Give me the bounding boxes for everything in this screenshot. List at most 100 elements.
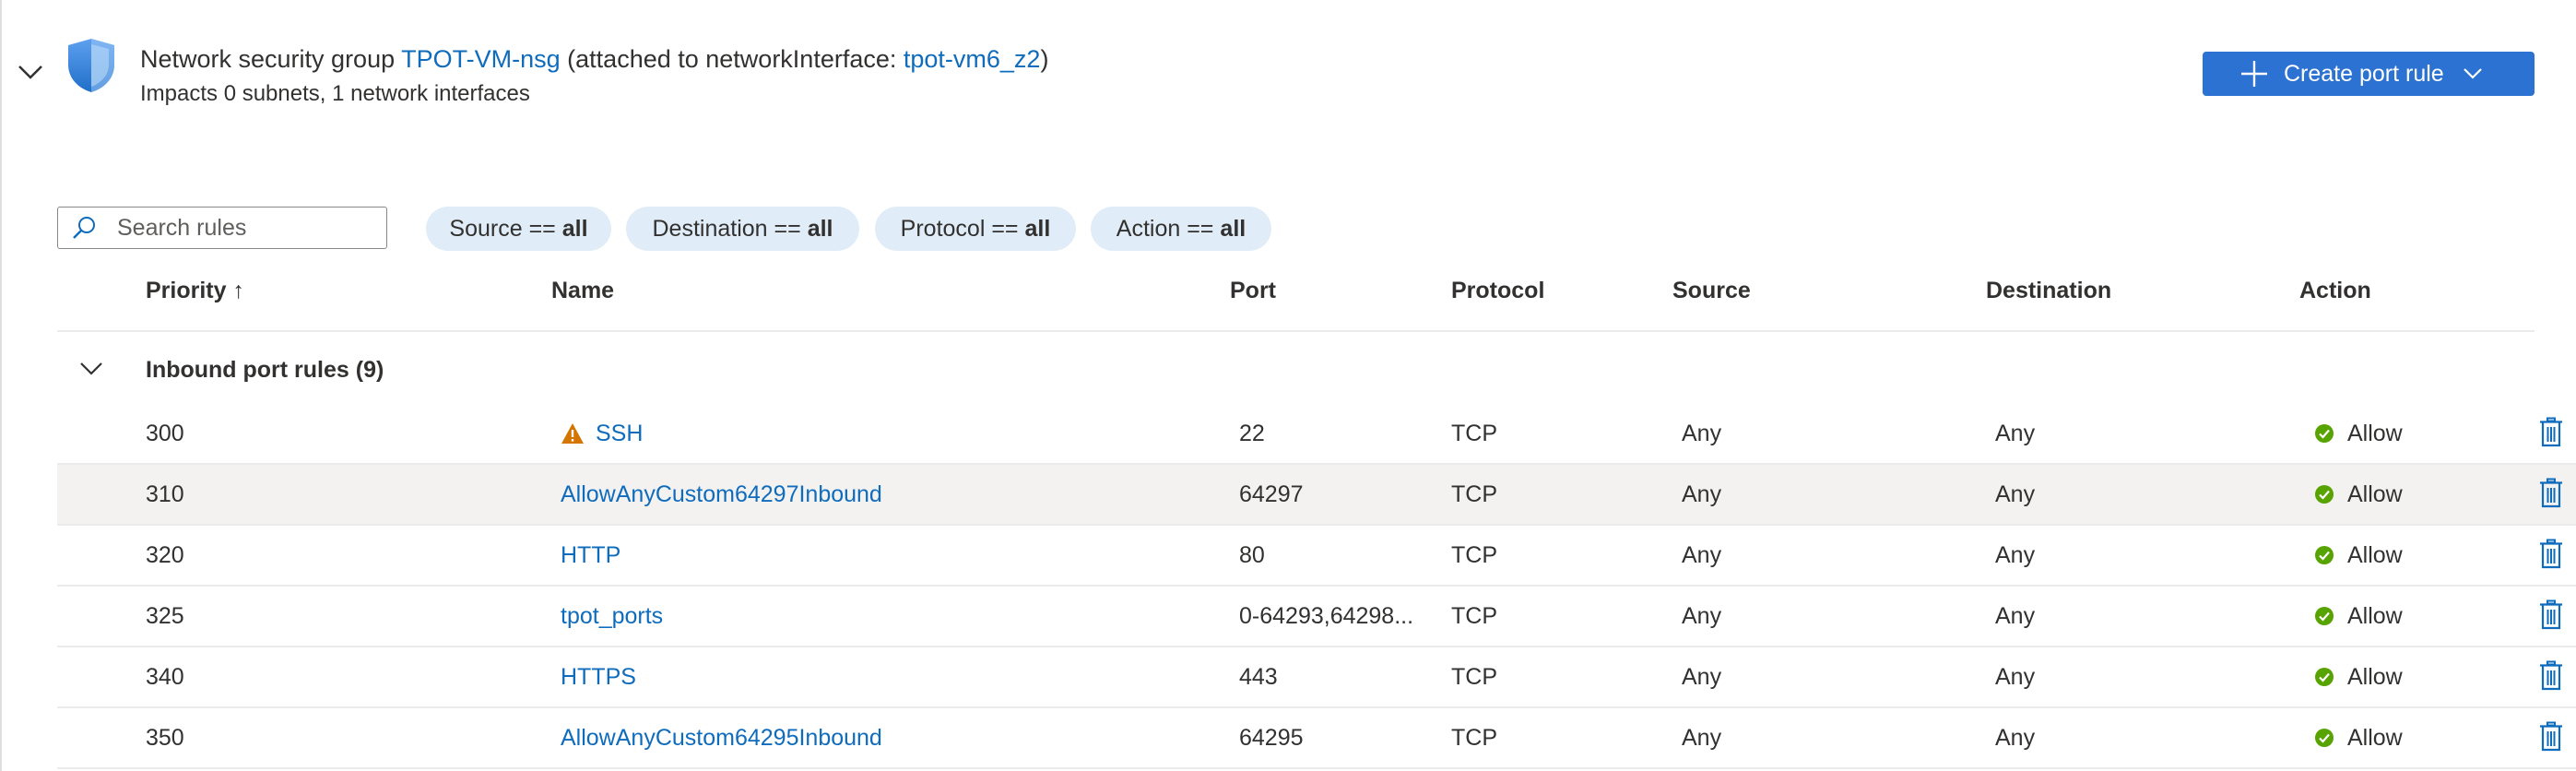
- cell-port: 0-64293,64298...: [1239, 602, 1414, 629]
- check-circle-icon: [2315, 485, 2334, 504]
- table-row[interactable]: 300 22 TCP Any Any SSH Allow: [57, 404, 2576, 465]
- cell-priority: 325: [146, 602, 184, 629]
- cell-destination: Any: [1995, 541, 2036, 568]
- column-header-destination[interactable]: Destination: [1986, 273, 2111, 308]
- cell-priority: 340: [146, 663, 184, 690]
- create-port-rule-label: Create port rule: [2284, 60, 2444, 87]
- cell-source: Any: [1682, 480, 1722, 507]
- check-circle-icon: [2315, 424, 2334, 443]
- cell-source: Any: [1682, 663, 1722, 690]
- trash-icon[interactable]: [2539, 478, 2563, 509]
- check-circle-icon: [2315, 607, 2334, 625]
- rule-name-link[interactable]: HTTPS: [561, 664, 636, 691]
- cell-action: Allow: [2314, 465, 2403, 524]
- trash-icon[interactable]: [2539, 721, 2563, 753]
- cell-destination: Any: [1995, 420, 2036, 446]
- check-circle-icon: [2315, 546, 2334, 564]
- warning-icon: [561, 423, 584, 444]
- shield-icon: [68, 39, 114, 92]
- action-value: Allow: [2347, 480, 2403, 507]
- source-filter-label: Source ==: [449, 215, 556, 242]
- rule-name-link[interactable]: AllowAnyCustom64295Inbound: [561, 725, 882, 752]
- column-header-name[interactable]: Name: [551, 273, 614, 308]
- check-circle-icon: [2315, 668, 2334, 686]
- cell-action: Allow: [2314, 647, 2403, 706]
- column-header-port[interactable]: Port: [1230, 273, 1276, 308]
- trash-icon[interactable]: [2539, 599, 2563, 631]
- cell-port: 64295: [1239, 724, 1304, 751]
- cell-destination: Any: [1995, 602, 2036, 629]
- cell-priority: 320: [146, 541, 184, 568]
- action-value: Allow: [2347, 420, 2403, 446]
- nsg-impacts: Impacts 0 subnets, 1 network interfaces: [140, 81, 530, 106]
- table-row[interactable]: 310 64297 TCP Any Any AllowAnyCustom64297Inbo…: [57, 465, 2576, 526]
- action-value: Allow: [2347, 663, 2403, 690]
- column-header-action[interactable]: Action: [2299, 273, 2371, 308]
- cell-protocol: TCP: [1451, 724, 1497, 751]
- cell-name: AllowAnyCustom64295Inbound: [561, 708, 882, 767]
- cell-destination: Any: [1995, 724, 2036, 751]
- left-border: [0, 0, 2, 771]
- cell-action: Allow: [2314, 708, 2403, 767]
- cell-name: HTTP: [561, 526, 620, 585]
- rule-name-link[interactable]: HTTP: [561, 542, 620, 569]
- protocol-filter-pill[interactable]: Protocol == all: [875, 207, 1076, 251]
- trash-icon[interactable]: [2539, 660, 2563, 692]
- inbound-rules-group-label: Inbound port rules (9): [146, 357, 384, 383]
- source-filter-pill[interactable]: Source == all: [426, 207, 611, 251]
- destination-filter-label: Destination ==: [652, 215, 801, 242]
- destination-filter-value: all: [807, 215, 833, 242]
- create-port-rule-button[interactable]: Create port rule: [2203, 52, 2535, 96]
- cell-port: 80: [1239, 541, 1265, 568]
- destination-filter-pill[interactable]: Destination == all: [626, 207, 859, 251]
- action-value: Allow: [2347, 602, 2403, 629]
- search-icon: [73, 217, 95, 239]
- cell-protocol: TCP: [1451, 480, 1497, 507]
- rule-name-link[interactable]: SSH: [596, 421, 643, 447]
- table-row[interactable]: 350 64295 TCP Any Any AllowAnyCustom64295Inbo…: [57, 708, 2576, 769]
- chevron-down-icon: [2463, 68, 2482, 79]
- chevron-down-icon[interactable]: [79, 362, 103, 376]
- protocol-filter-value: all: [1024, 215, 1051, 242]
- table-row[interactable]: 340 443 TCP Any Any HTTPS Allow: [57, 647, 2576, 708]
- cell-source: Any: [1682, 420, 1722, 446]
- cell-protocol: TCP: [1451, 420, 1497, 446]
- action-filter-pill[interactable]: Action == all: [1091, 207, 1271, 251]
- column-header-priority[interactable]: Priority ↑: [146, 273, 244, 308]
- cell-destination: Any: [1995, 663, 2036, 690]
- cell-protocol: TCP: [1451, 663, 1497, 690]
- chevron-down-icon[interactable]: [17, 63, 44, 81]
- column-header-protocol[interactable]: Protocol: [1451, 273, 1544, 308]
- cell-source: Any: [1682, 602, 1722, 629]
- cell-protocol: TCP: [1451, 602, 1497, 629]
- cell-name: SSH: [561, 404, 643, 463]
- column-header-source[interactable]: Source: [1672, 273, 1751, 308]
- cell-priority: 300: [146, 420, 184, 446]
- cell-port: 64297: [1239, 480, 1304, 507]
- network-interface-link[interactable]: tpot-vm6_z2: [904, 45, 1041, 73]
- search-box[interactable]: [57, 207, 387, 249]
- action-value: Allow: [2347, 724, 2403, 751]
- cell-port: 443: [1239, 663, 1278, 690]
- nsg-name-link[interactable]: TPOT-VM-nsg: [401, 45, 561, 73]
- cell-source: Any: [1682, 541, 1722, 568]
- header-divider: [57, 330, 2535, 332]
- table-row[interactable]: 325 0-64293,64298... TCP Any Any tpot_ports Al…: [57, 587, 2576, 647]
- cell-name: HTTPS: [561, 647, 636, 706]
- attached-prefix: (attached to networkInterface:: [567, 45, 904, 73]
- cell-action: Allow: [2314, 404, 2403, 463]
- trash-icon[interactable]: [2539, 417, 2563, 448]
- check-circle-icon: [2315, 729, 2334, 747]
- source-filter-value: all: [561, 215, 588, 242]
- cell-source: Any: [1682, 724, 1722, 751]
- cell-name: AllowAnyCustom64297Inbound: [561, 465, 882, 524]
- table-row[interactable]: 320 80 TCP Any Any HTTP Allow: [57, 526, 2576, 587]
- action-value: Allow: [2347, 541, 2403, 568]
- trash-icon[interactable]: [2539, 539, 2563, 570]
- cell-protocol: TCP: [1451, 541, 1497, 568]
- rule-name-link[interactable]: AllowAnyCustom64297Inbound: [561, 481, 882, 508]
- cell-name: tpot_ports: [561, 587, 663, 646]
- cell-action: Allow: [2314, 587, 2403, 646]
- rule-name-link[interactable]: tpot_ports: [561, 603, 663, 630]
- search-input[interactable]: [115, 213, 359, 243]
